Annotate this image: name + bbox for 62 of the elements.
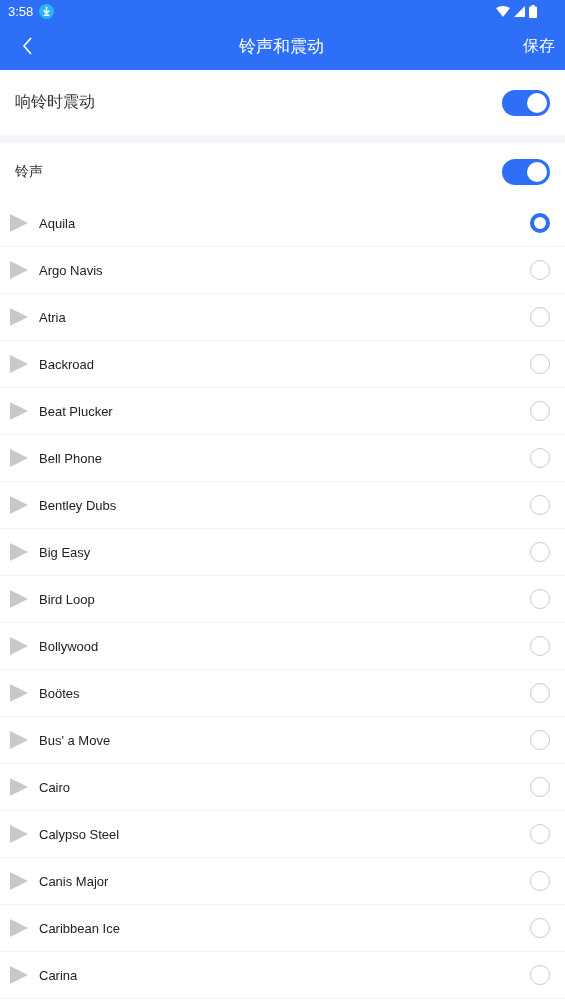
radio-button[interactable] [530, 636, 550, 656]
play-icon[interactable] [9, 260, 29, 280]
play-icon[interactable] [9, 354, 29, 374]
play-icon[interactable] [9, 213, 29, 233]
ringtone-name: Aquila [39, 215, 77, 231]
radio-button[interactable] [530, 354, 550, 374]
play-icon[interactable] [9, 448, 29, 468]
play-icon[interactable] [9, 401, 29, 421]
play-icon[interactable] [9, 542, 29, 562]
vibrate-switch[interactable] [502, 89, 550, 116]
ringtone-name: Cairo [39, 779, 72, 795]
play-icon[interactable] [9, 307, 29, 327]
download-icon [39, 3, 55, 19]
radio-button[interactable] [530, 448, 550, 468]
radio-button[interactable] [530, 260, 550, 280]
radio-button[interactable] [530, 495, 550, 515]
radio-button[interactable] [530, 918, 550, 938]
ringtone-name: Atria [39, 309, 67, 325]
play-icon[interactable] [9, 918, 29, 938]
play-icon[interactable] [9, 589, 29, 609]
radio-button[interactable] [530, 401, 550, 421]
radio-button[interactable] [530, 730, 550, 750]
play-icon[interactable] [9, 965, 29, 985]
setting-label: 响铃时震动 [15, 92, 95, 112]
radio-button[interactable] [530, 542, 550, 562]
radio-button[interactable] [530, 307, 550, 327]
ringtone-name: Beat Plucker [39, 403, 114, 419]
status-time: 3:58 [8, 3, 34, 19]
play-icon[interactable] [9, 824, 29, 844]
ringtone-name: Backroad [39, 356, 95, 372]
battery-icon [529, 4, 537, 18]
setting-label: 铃声 [15, 162, 43, 181]
ringtone-name: Boötes [39, 685, 81, 701]
ringtone-name: Carina [39, 967, 79, 983]
ringtone-name: Bentley Dubs [39, 497, 118, 513]
page-title: 铃声和震动 [239, 35, 324, 58]
radio-button[interactable] [530, 824, 550, 844]
signal-icon [514, 5, 525, 17]
radio-button[interactable] [530, 777, 550, 797]
radio-button[interactable] [530, 965, 550, 985]
ringtone-name: Bell Phone [39, 450, 103, 466]
ringtone-name: Bird Loop [39, 591, 96, 607]
play-icon[interactable] [9, 683, 29, 703]
play-icon[interactable] [9, 636, 29, 656]
ringtone-name: Bus' a Move [39, 732, 112, 748]
radio-button[interactable] [530, 589, 550, 609]
radio-button[interactable] [530, 213, 550, 233]
ringtone-name: Canis Major [39, 873, 110, 889]
play-icon[interactable] [9, 777, 29, 797]
ringtone-name: Caribbean Ice [39, 920, 121, 936]
ringtone-name: Argo Navis [39, 262, 104, 278]
ringtone-name: Big Easy [39, 544, 92, 560]
play-icon[interactable] [9, 730, 29, 750]
play-icon[interactable] [9, 871, 29, 891]
radio-button[interactable] [530, 871, 550, 891]
ringtone-name: Calypso Steel [39, 826, 121, 842]
wifi-icon [496, 5, 510, 17]
ringtone-switch[interactable] [502, 158, 550, 185]
radio-button[interactable] [530, 683, 550, 703]
play-icon[interactable] [9, 495, 29, 515]
ringtone-name: Bollywood [39, 638, 100, 654]
save-button[interactable]: 保存 [523, 35, 555, 57]
